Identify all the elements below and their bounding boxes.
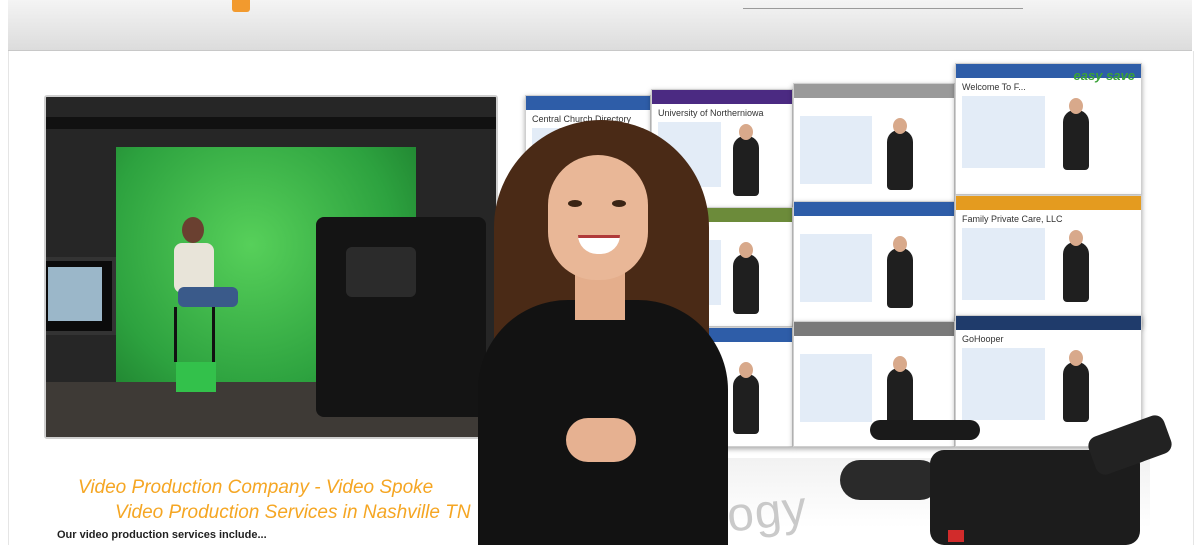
talent-body — [174, 243, 214, 293]
showcase-tile-motorcycle-chopper — [793, 83, 955, 209]
tile-header-bar — [956, 196, 1141, 210]
tile-spokesperson — [886, 368, 913, 428]
tile-spokesperson-face — [892, 236, 907, 252]
tile-spokesperson — [1063, 110, 1090, 170]
preview-monitor — [46, 257, 116, 335]
tile-content-block — [962, 96, 1046, 168]
logo-fragment — [232, 0, 250, 12]
showcase-tile-easy-save: Welcome To F... easy save — [955, 63, 1142, 195]
tile-content-block — [962, 228, 1046, 300]
talent-legs — [178, 287, 238, 307]
tile-content-block — [800, 354, 872, 423]
left-eye — [568, 200, 582, 207]
tile-title: Family Private Care, LLC — [962, 214, 1063, 224]
lighting-truss — [46, 117, 496, 129]
tile-spokesperson — [886, 248, 913, 308]
caption-company: Video Production Company - Video Spoke — [78, 477, 434, 498]
talent-head — [182, 217, 204, 243]
tile-content-block — [800, 234, 872, 303]
tile-header-bar — [794, 322, 954, 336]
seated-talent — [164, 217, 238, 337]
camcorder-badge — [948, 530, 964, 542]
tile-headline: easy save — [1073, 68, 1135, 83]
spokesperson-face — [548, 155, 648, 280]
tile-spokesperson — [1063, 362, 1090, 422]
tile-spokesperson — [1063, 242, 1090, 302]
showcase-tile-web-spokesperson-3 — [793, 201, 955, 327]
tile-spokesperson-face — [892, 356, 907, 372]
studio-camera-rig — [316, 217, 486, 417]
tile-content-block — [800, 116, 872, 185]
services-intro-text: Our video production services include... — [57, 529, 267, 541]
monitor-screen — [48, 267, 102, 321]
tile-content-block — [962, 348, 1046, 420]
tile-header-bar — [794, 202, 954, 216]
studio-greenscreen-photo — [44, 95, 498, 439]
tile-title: Welcome To F... — [962, 82, 1026, 92]
tile-spokesperson — [886, 130, 913, 190]
tile-title: GoHooper — [962, 334, 1004, 344]
showcase-tile-family-private-care: Family Private Care, LLC — [955, 195, 1142, 327]
tile-spokesperson — [733, 136, 760, 196]
header-tagline-fragment — [743, 0, 1023, 9]
video-spokesperson — [470, 100, 735, 545]
camcorder-lens — [840, 460, 940, 500]
caption-services-location: Video Production Services in Nashville T… — [115, 502, 471, 523]
tile-spokesperson-face — [892, 118, 907, 134]
tile-header-bar — [794, 84, 954, 98]
right-eye — [612, 200, 626, 207]
top-header-bar — [8, 0, 1192, 51]
tile-spokesperson — [733, 254, 760, 314]
tile-spokesperson — [733, 374, 760, 434]
camcorder-microphone — [870, 420, 980, 440]
green-cube-prop — [176, 362, 216, 392]
camcorder-image — [840, 412, 1180, 545]
tile-header-bar — [956, 316, 1141, 330]
clasped-hands — [566, 418, 636, 462]
